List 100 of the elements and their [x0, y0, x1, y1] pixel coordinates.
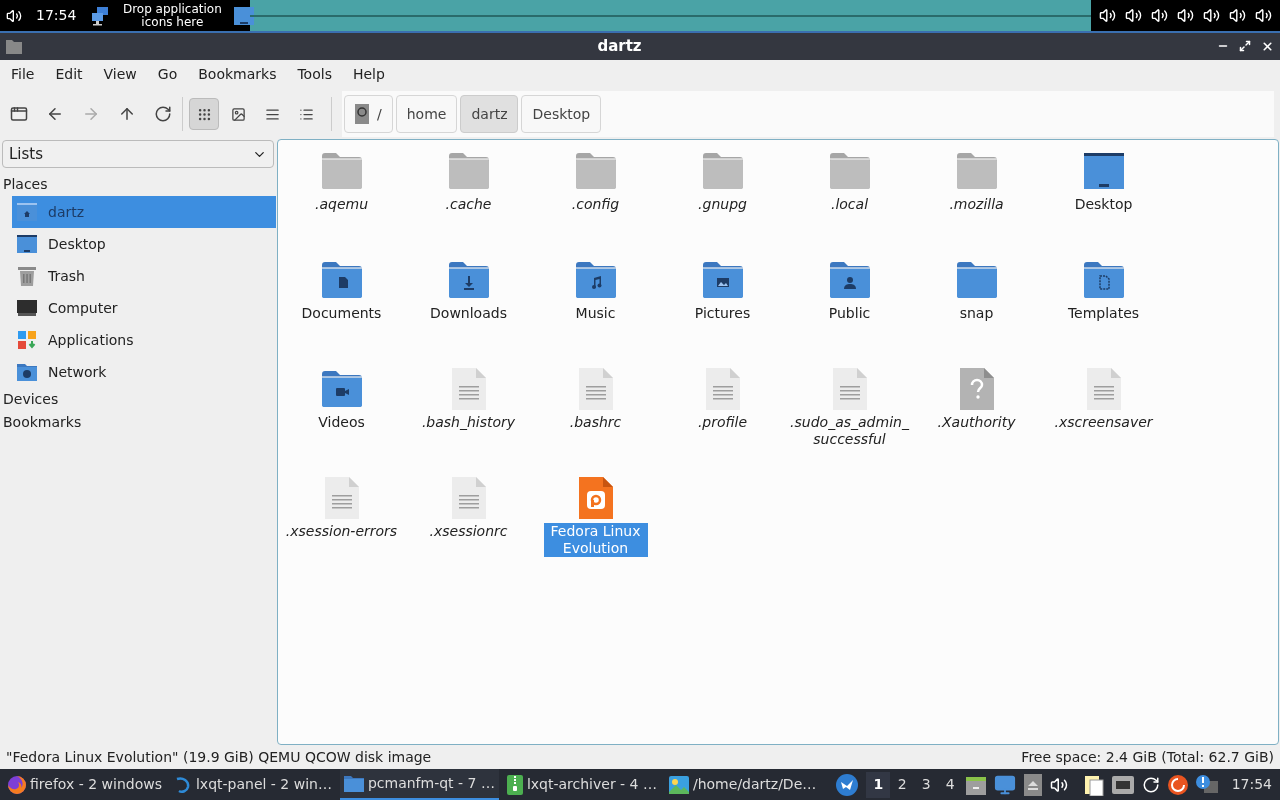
file-cabinet-icon[interactable] — [966, 774, 987, 795]
reload-button[interactable] — [154, 105, 172, 123]
icon-view-entry[interactable]: .config — [532, 148, 659, 257]
notification-icon[interactable] — [1196, 774, 1219, 795]
menu-item[interactable]: Go — [152, 64, 183, 85]
taskbar-button[interactable]: /home/dartz/De… — [664, 769, 821, 800]
folder-icon — [702, 153, 743, 189]
icon-view-entry[interactable]: .bashrc — [532, 366, 659, 475]
menu-item[interactable]: View — [98, 64, 142, 85]
icon-view-entry[interactable]: Music — [532, 257, 659, 366]
desktop-icon[interactable] — [234, 6, 255, 25]
icon-view-entry[interactable]: .aqemu — [278, 148, 405, 257]
icon-view-entry[interactable]: Documents — [278, 257, 405, 366]
taskbar-button[interactable]: firefox - 2 windows — [4, 769, 166, 800]
maximize-button[interactable] — [1239, 40, 1251, 52]
menu-item[interactable]: File — [6, 64, 40, 85]
back-button[interactable] — [46, 105, 64, 123]
image-icon — [230, 106, 246, 122]
volume-icon[interactable] — [1229, 7, 1246, 24]
sidebar-section-header[interactable]: Bookmarks — [0, 411, 276, 434]
folder-icon — [321, 153, 362, 189]
path-button[interactable]: / — [344, 95, 393, 133]
text-file-icon — [578, 368, 613, 410]
sidebar-item[interactable]: Network — [12, 356, 276, 388]
volume-icon[interactable] — [1151, 7, 1168, 24]
volume-icon[interactable] — [1203, 7, 1220, 24]
file-name: .mozilla — [948, 196, 1005, 213]
panel-clock: 17:54 — [36, 6, 77, 25]
sidebar-item[interactable]: Trash — [12, 260, 276, 292]
file-name: Downloads — [429, 305, 508, 322]
drive-icon — [355, 104, 369, 124]
taskbar-button[interactable]: pcmanfm-qt - 7 … — [339, 769, 499, 800]
volume-icon[interactable] — [6, 7, 22, 24]
sync-icon[interactable] — [1142, 775, 1161, 794]
sidebar-section-header[interactable]: Devices — [0, 388, 276, 411]
path-button[interactable]: home — [395, 95, 458, 133]
icon-view-entry[interactable]: .gnupg — [659, 148, 786, 257]
icon-view-entry[interactable]: .bash_history — [405, 366, 532, 475]
text-file-icon — [1086, 368, 1121, 410]
icon-view-entry[interactable]: Desktop — [1040, 148, 1167, 257]
icon-view-button[interactable] — [189, 98, 219, 130]
sidebar-item[interactable]: Computer — [12, 292, 276, 324]
free-space-text: Free space: 2.4 GiB (Total: 62.7 GiB) — [1021, 747, 1274, 767]
volume-icon[interactable] — [1125, 7, 1142, 24]
icon-view-entry[interactable]: snap — [913, 257, 1040, 366]
menu-item[interactable]: Bookmarks — [193, 64, 282, 85]
file-name: Music — [574, 305, 617, 322]
new-window-button[interactable] — [10, 105, 28, 123]
icon-view-entry[interactable]: Videos — [278, 366, 405, 475]
folder-icon — [829, 153, 870, 189]
volume-icon[interactable] — [1255, 7, 1272, 24]
taskbar-button[interactable]: lxqt-archiver - 4 … — [502, 769, 661, 800]
icon-view-entry[interactable]: .profile — [659, 366, 786, 475]
network-icon[interactable] — [90, 5, 111, 26]
workspace-button[interactable]: 3 — [914, 771, 939, 798]
folder-icon — [343, 775, 364, 792]
menu-item[interactable]: Tools — [292, 64, 337, 85]
side-pane-mode-dropdown[interactable]: Lists — [2, 140, 274, 168]
workspace-button[interactable]: 1 — [866, 771, 891, 798]
disk-image-icon — [578, 477, 613, 519]
icon-view-entry[interactable]: .sudo_as_admin_ successful — [786, 366, 913, 475]
file-name: .bashrc — [568, 414, 623, 431]
taskbar-button[interactable]: lxqt-panel - 2 win… — [169, 769, 336, 800]
menu-item[interactable]: Edit — [50, 64, 88, 85]
eject-icon[interactable] — [1024, 773, 1043, 796]
icon-view-entry[interactable]: .Xauthority — [913, 366, 1040, 475]
network-port-icon[interactable] — [1112, 775, 1135, 794]
volume-icon[interactable] — [1099, 7, 1116, 24]
workspace-button[interactable]: 4 — [938, 771, 963, 798]
up-button[interactable] — [118, 105, 136, 123]
folder-icon — [448, 153, 489, 189]
file-name: .xsessionrc — [428, 523, 509, 540]
icon-view-entry[interactable]: Downloads — [405, 257, 532, 366]
clipboard-icon[interactable] — [1084, 773, 1105, 796]
icon-view-entry[interactable]: .xscreensaver — [1040, 366, 1167, 475]
sidebar-section-header[interactable]: Places — [0, 173, 276, 196]
close-button[interactable] — [1261, 40, 1274, 53]
icon-view-entry[interactable]: .mozilla — [913, 148, 1040, 257]
desktop-icon — [17, 235, 37, 253]
workspace-button[interactable]: 2 — [890, 771, 915, 798]
desktop-icon[interactable] — [994, 773, 1017, 796]
icon-view-entry[interactable]: Pictures — [659, 257, 786, 366]
update-icon[interactable] — [1168, 774, 1189, 795]
bird-icon[interactable] — [836, 773, 859, 796]
file-name: .cache — [444, 196, 493, 213]
sidebar-item[interactable]: Applications — [12, 324, 276, 356]
path-button[interactable]: dartz — [460, 95, 519, 133]
icon-view-entry[interactable]: .cache — [405, 148, 532, 257]
volume-icon[interactable] — [1177, 7, 1194, 24]
icon-view-entry[interactable]: .local — [786, 148, 913, 257]
file-name: .Xauthority — [936, 414, 1017, 431]
icon-view-entry[interactable]: Public — [786, 257, 913, 366]
icon-view-entry[interactable]: Templates — [1040, 257, 1167, 366]
folder-download-icon — [448, 262, 489, 298]
icon-view-entry[interactable]: .xsessionrc — [405, 475, 532, 584]
icon-view-entry[interactable]: .xsession-errors — [278, 475, 405, 584]
volume-icon[interactable] — [1050, 775, 1069, 794]
sidebar-item[interactable]: Desktop — [12, 228, 276, 260]
path-button[interactable]: Desktop — [521, 95, 602, 133]
menu-item[interactable]: Help — [347, 64, 390, 85]
